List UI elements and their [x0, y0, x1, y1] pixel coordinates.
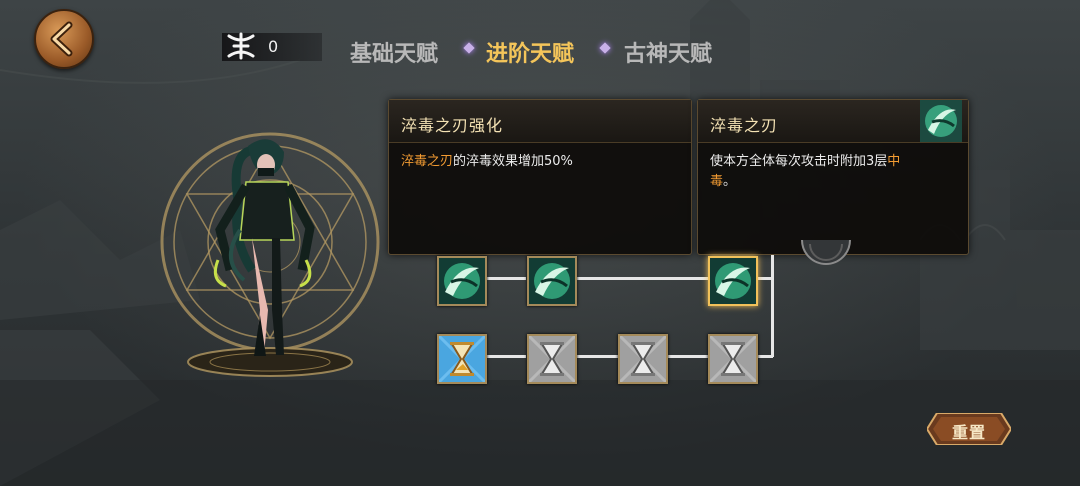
- back-button[interactable]: [34, 9, 94, 69]
- talent-node-poison-2[interactable]: [527, 256, 577, 306]
- tooltip-title: 淬毒之刃强化: [401, 116, 504, 135]
- talent-connector: [758, 355, 773, 358]
- hourglass-icon: [529, 336, 575, 382]
- talent-connector: [486, 355, 526, 358]
- talent-node-poison-3[interactable]: [708, 256, 758, 306]
- talent-tooltip-upgrade: 淬毒之刃强化 淬毒之刃的淬毒效果增加50%: [388, 99, 692, 255]
- talent-connector: [576, 277, 708, 280]
- desc-text: 。: [723, 174, 737, 189]
- tooltip-description: 使本方全体每次攻击时附加3层中毒。: [710, 152, 960, 192]
- talent-connector: [667, 355, 709, 358]
- talent-connector: [771, 255, 774, 357]
- desc-text: 的淬毒效果增加50%: [453, 154, 573, 169]
- tooltip-description: 淬毒之刃的淬毒效果增加50%: [401, 152, 573, 172]
- desc-highlight: 淬毒之刃: [401, 154, 454, 169]
- talent-node-hourglass-4[interactable]: [708, 334, 758, 384]
- hero-character: [160, 132, 380, 377]
- tooltip-header: 淬毒之刃: [698, 100, 968, 143]
- hourglass-icon: [439, 336, 485, 382]
- poison-blade-icon: [710, 258, 756, 304]
- rune-icon: [227, 32, 255, 60]
- talent-node-hourglass-2[interactable]: [527, 334, 577, 384]
- poison-blade-icon: [920, 100, 962, 142]
- locked-talent-node: [801, 240, 851, 265]
- tab-advanced-talent[interactable]: 进阶天赋: [486, 36, 574, 68]
- tab-ancient-god-talent[interactable]: 古神天赋: [624, 36, 712, 68]
- talent-tooltip-base: 淬毒之刃 使本方全体每次攻击时附加3层中毒。: [697, 99, 969, 255]
- talent-points-value: 0: [268, 37, 279, 56]
- hourglass-icon: [620, 336, 666, 382]
- talent-points-display: 0: [222, 32, 322, 61]
- reset-button[interactable]: 重置: [927, 413, 1011, 445]
- hourglass-icon: [710, 336, 756, 382]
- tooltip-header: 淬毒之刃强化: [389, 100, 691, 143]
- desc-text: 使本方全体每次攻击时附加3层: [710, 154, 888, 169]
- talent-node-poison-1[interactable]: [437, 256, 487, 306]
- reset-button-label: 重置: [951, 423, 986, 442]
- chevron-left-icon: [50, 21, 73, 57]
- talent-node-hourglass-1[interactable]: [437, 334, 487, 384]
- poison-blade-icon: [439, 258, 485, 304]
- talent-node-hourglass-3[interactable]: [618, 334, 668, 384]
- desc-highlight: 中: [887, 154, 901, 169]
- talent-connector: [486, 277, 526, 280]
- desc-highlight: 毒: [710, 174, 724, 189]
- talent-connector: [576, 355, 618, 358]
- poison-blade-icon: [529, 258, 575, 304]
- tab-basic-talent[interactable]: 基础天赋: [350, 36, 438, 68]
- tooltip-title: 淬毒之刃: [710, 116, 779, 135]
